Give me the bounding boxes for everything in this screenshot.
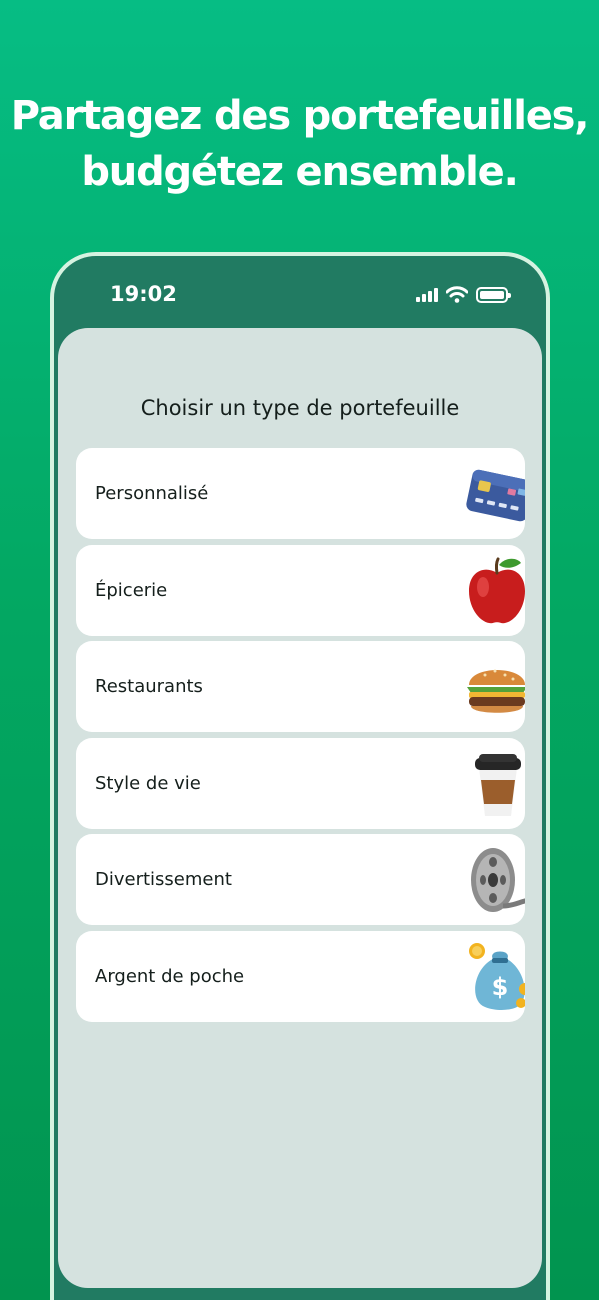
coffee-cup-icon — [463, 748, 525, 820]
wallet-type-label: Style de vie — [95, 772, 201, 794]
wallet-type-restaurants[interactable]: Restaurants — [76, 641, 525, 732]
marketing-headline: Partagez des portefeuilles, budgétez ens… — [0, 88, 599, 200]
status-bar: 19:02 — [54, 256, 546, 332]
apple-icon — [463, 555, 525, 627]
wallet-type-style-de-vie[interactable]: Style de vie — [76, 737, 525, 829]
wifi-icon — [446, 286, 468, 303]
screen-title: Choisir un type de portefeuille — [140, 396, 460, 420]
headline-line-2: budgétez ensemble. — [81, 149, 518, 195]
wallet-type-label: Restaurants — [95, 676, 203, 697]
status-time: 19:02 — [110, 282, 177, 306]
app-screen: Choisir un type de portefeuille Personna… — [58, 328, 542, 1288]
wallet-type-epicerie[interactable]: Épicerie — [76, 544, 525, 636]
wallet-type-label: Divertissement — [95, 869, 232, 890]
burger-icon — [463, 651, 525, 723]
signal-icon — [416, 287, 438, 302]
wallet-type-divertissement[interactable]: Divertissement — [76, 834, 525, 925]
phone-mockup: 19:02 Choisir un type de portefeuille Pe… — [50, 252, 550, 1300]
status-icons — [416, 286, 511, 303]
wallet-type-argent-de-poche[interactable]: Argent de poche $ — [76, 930, 525, 1022]
wallet-type-personnalise[interactable]: Personnalisé — [76, 448, 525, 539]
credit-card-icon — [463, 458, 525, 530]
wallet-type-list: Personnalisé Épicerie Restaurants Style … — [76, 448, 525, 1027]
film-reel-icon — [463, 844, 525, 916]
headline-line-1: Partagez des portefeuilles, — [10, 93, 590, 139]
wallet-type-label: Argent de poche — [95, 965, 245, 987]
svg-text:$: $ — [492, 973, 509, 1001]
battery-icon — [476, 286, 511, 303]
wallet-type-label: Personnalisé — [95, 483, 209, 504]
money-bag-icon: $ — [463, 941, 525, 1013]
wallet-type-label: Épicerie — [95, 579, 168, 601]
